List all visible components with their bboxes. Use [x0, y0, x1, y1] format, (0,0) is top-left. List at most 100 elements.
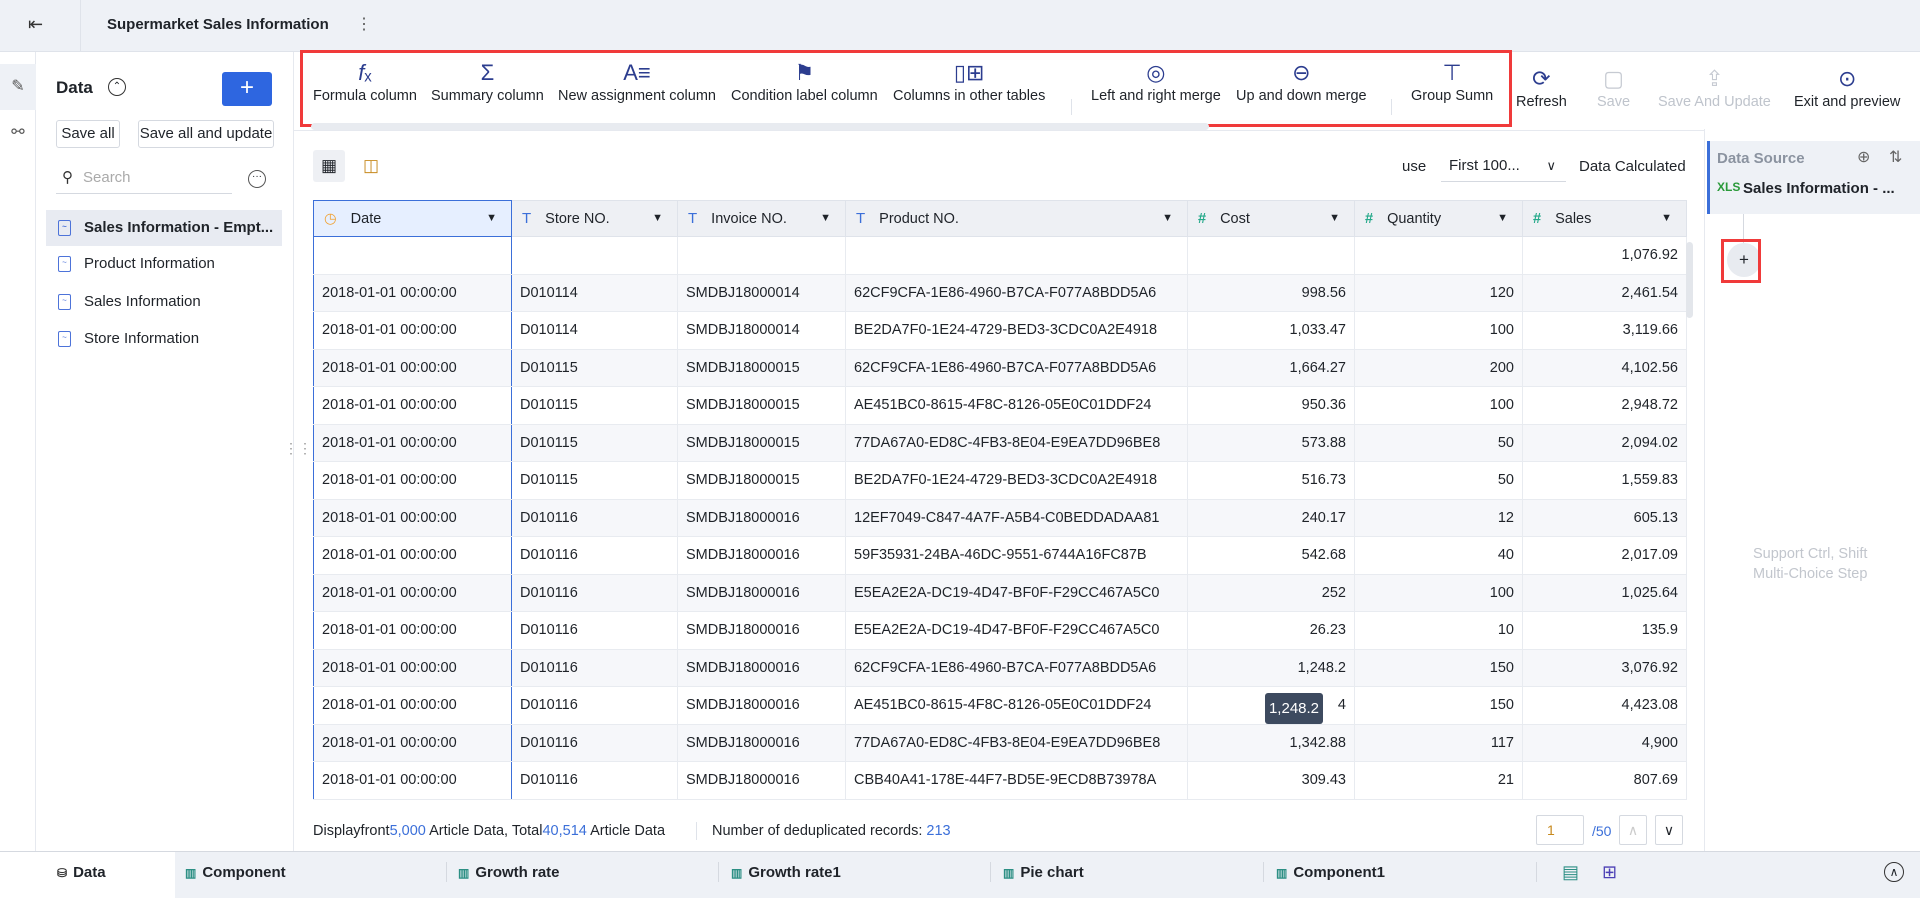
table-scrollbar[interactable] — [1686, 242, 1693, 318]
tab-component1[interactable]: ▥ Component1 — [1276, 852, 1385, 899]
cell[interactable]: D010116 — [511, 723, 678, 762]
resize-handle[interactable]: ⋮⋮ — [284, 440, 312, 457]
cell[interactable]: D010116 — [511, 761, 678, 800]
save-all-update-button[interactable]: Save all and update — [138, 120, 274, 148]
tab-data[interactable]: ⛁ Data — [0, 852, 175, 899]
save-and-update-button[interactable]: ⇪ Save And Update — [1658, 64, 1771, 110]
cell[interactable]: 10 — [1354, 611, 1523, 650]
cell[interactable]: 59F35931-24BA-46DC-9551-6744A16FC87B — [845, 536, 1188, 575]
tab-component[interactable]: ▥ Component — [185, 852, 286, 899]
cell[interactable]: 40 — [1354, 536, 1523, 575]
column-header-invoice[interactable]: T Invoice NO. ▼ — [677, 200, 846, 237]
tree-item[interactable]: ~ Sales Information — [46, 284, 282, 320]
flow-icon[interactable]: ⚯ — [0, 110, 36, 156]
rows-select[interactable]: First 100... ∨ — [1441, 150, 1566, 182]
cell[interactable]: 2018-01-01 00:00:00 — [313, 386, 512, 425]
tree-item[interactable]: ~ Store Information — [46, 321, 282, 357]
cell[interactable] — [845, 236, 1188, 275]
cell[interactable]: SMDBJ18000015 — [677, 461, 846, 500]
cell[interactable]: D010116 — [511, 536, 678, 575]
cell[interactable]: SMDBJ18000016 — [677, 498, 846, 537]
tab-pie-chart[interactable]: ▥ Pie chart — [1003, 852, 1084, 899]
cell[interactable]: 120 — [1354, 273, 1523, 312]
cell[interactable]: 542.68 — [1187, 536, 1355, 575]
cell[interactable]: 77DA67A0-ED8C-4FB3-8E04-E9EA7DD96BE8 — [845, 723, 1188, 762]
cell[interactable]: 2018-01-01 00:00:00 — [313, 573, 512, 612]
cell[interactable]: BE2DA7F0-1E24-4729-BED3-3CDC0A2E4918 — [845, 311, 1188, 350]
save-all-button[interactable]: Save all — [56, 120, 120, 148]
more-options-icon[interactable]: ··· — [248, 170, 266, 188]
switch-icon[interactable]: ⇅ — [1889, 147, 1902, 167]
dropdown-icon[interactable]: ▼ — [1497, 212, 1508, 224]
cell[interactable]: 807.69 — [1522, 761, 1687, 800]
expand-icon[interactable]: ∧ — [1884, 862, 1904, 882]
cell[interactable]: 2,948.72 — [1522, 386, 1687, 425]
cell[interactable]: CBB40A41-178E-44F7-BD5E-9ECD8B73978A — [845, 761, 1188, 800]
cell[interactable]: 1,248.2 — [1187, 648, 1355, 687]
cell[interactable]: 2,094.02 — [1522, 423, 1687, 462]
cell[interactable]: D010115 — [511, 348, 678, 387]
column-header-sales[interactable]: # Sales ▼ — [1522, 200, 1687, 237]
cell[interactable]: SMDBJ18000016 — [677, 611, 846, 650]
cell[interactable] — [1187, 236, 1355, 275]
cell[interactable]: 1,025.64 — [1522, 573, 1687, 612]
cell[interactable]: SMDBJ18000016 — [677, 761, 846, 800]
cell[interactable]: D010116 — [511, 498, 678, 537]
cell[interactable]: 1,664.27 — [1187, 348, 1355, 387]
cell[interactable]: SMDBJ18000016 — [677, 686, 846, 725]
dropdown-icon[interactable]: ▼ — [1329, 212, 1340, 224]
cell[interactable]: 62CF9CFA-1E86-4960-B7CA-F077A8BDD5A6 — [845, 348, 1188, 387]
cell[interactable]: 21 — [1354, 761, 1523, 800]
dropdown-icon[interactable]: ▼ — [1162, 212, 1173, 224]
cell[interactable]: 998.56 — [1187, 273, 1355, 312]
column-header-date[interactable]: ◷ Date ▼ — [313, 200, 512, 237]
cell[interactable]: 2018-01-01 00:00:00 — [313, 536, 512, 575]
cell[interactable]: 150 — [1354, 648, 1523, 687]
cell[interactable]: 2018-01-01 00:00:00 — [313, 611, 512, 650]
cell[interactable]: 12 — [1354, 498, 1523, 537]
column-header-cost[interactable]: # Cost ▼ — [1187, 200, 1355, 237]
page-down-button[interactable]: ∨ — [1655, 815, 1683, 845]
cell[interactable]: BE2DA7F0-1E24-4729-BED3-3CDC0A2E4918 — [845, 461, 1188, 500]
refresh-button[interactable]: ⟳ Refresh — [1516, 64, 1567, 110]
summary-column-button[interactable]: Σ Summary column — [431, 58, 544, 104]
cell[interactable]: 2,461.54 — [1522, 273, 1687, 312]
cell[interactable]: SMDBJ18000014 — [677, 273, 846, 312]
cell[interactable]: 2018-01-01 00:00:00 — [313, 348, 512, 387]
layout-view-icon[interactable]: ◫ — [355, 150, 387, 182]
tab-growth-rate1[interactable]: ▥ Growth rate1 — [731, 852, 841, 899]
cell[interactable]: 4,102.56 — [1522, 348, 1687, 387]
cell[interactable]: 100 — [1354, 311, 1523, 350]
save-button[interactable]: ▢ Save — [1597, 64, 1630, 110]
cell[interactable]: AE451BC0-8615-4F8C-8126-05E0C01DDF24 — [845, 686, 1188, 725]
cell[interactable]: 1,559.83 — [1522, 461, 1687, 500]
upload-icon[interactable]: ⊕ — [1857, 147, 1870, 167]
collapse-icon[interactable]: ⌃ — [108, 78, 126, 96]
columns-other-tables-button[interactable]: ▯⊞ Columns in other tables — [893, 58, 1045, 104]
column-header-store[interactable]: T Store NO. ▼ — [511, 200, 678, 237]
cell[interactable]: E5EA2E2A-DC19-4D47-BF0F-F29CC467A5C0 — [845, 573, 1188, 612]
cell[interactable]: 2018-01-01 00:00:00 — [313, 686, 512, 725]
cell[interactable]: 516.73 — [1187, 461, 1355, 500]
tree-item[interactable]: ~ Sales Information - Empt... — [46, 210, 282, 246]
cell[interactable]: 2018-01-01 00:00:00 — [313, 311, 512, 350]
cell[interactable]: D010116 — [511, 573, 678, 612]
data-edit-icon[interactable]: ✎ — [0, 64, 36, 110]
cell[interactable]: 1,033.47 — [1187, 311, 1355, 350]
new-assignment-column-button[interactable]: A≡ New assignment column — [558, 58, 716, 104]
cell[interactable]: 77DA67A0-ED8C-4FB3-8E04-E9EA7DD96BE8 — [845, 423, 1188, 462]
dropdown-icon[interactable]: ▼ — [486, 212, 497, 224]
cell[interactable]: 200 — [1354, 348, 1523, 387]
tab-growth-rate[interactable]: ▥ Growth rate — [458, 852, 560, 899]
cell[interactable] — [1354, 236, 1523, 275]
cell[interactable]: AE451BC0-8615-4F8C-8126-05E0C01DDF24 — [845, 386, 1188, 425]
cell[interactable]: SMDBJ18000016 — [677, 648, 846, 687]
summary-sales[interactable]: 1,076.92 — [1522, 236, 1687, 275]
cell[interactable]: SMDBJ18000016 — [677, 723, 846, 762]
toolbar-scrollbar[interactable] — [311, 123, 1209, 130]
cell[interactable]: 3,076.92 — [1522, 648, 1687, 687]
cell[interactable]: D010116 — [511, 648, 678, 687]
cell[interactable]: SMDBJ18000015 — [677, 423, 846, 462]
cell[interactable]: 1,342.88 — [1187, 723, 1355, 762]
dropdown-icon[interactable]: ▼ — [820, 212, 831, 224]
